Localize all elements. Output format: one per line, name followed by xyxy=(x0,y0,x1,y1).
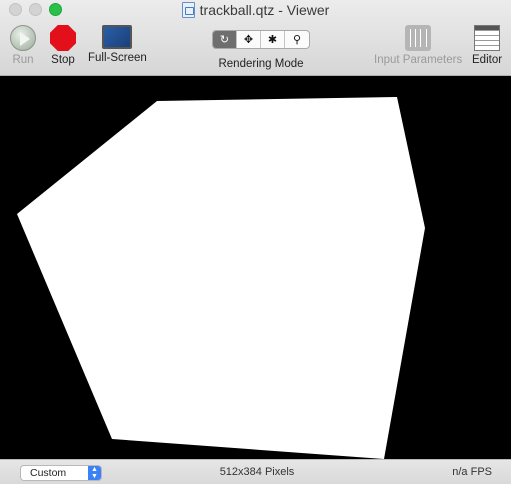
window-title: trackball.qtz - Viewer xyxy=(199,2,330,18)
input-parameters-label: Input Parameters xyxy=(374,54,463,66)
window-title-bar: trackball.qtz - Viewer xyxy=(0,1,511,19)
trackball-cube-shape xyxy=(17,97,425,459)
input-parameters-tool[interactable]: Input Parameters xyxy=(374,25,462,66)
canvas-dimensions: 512x384 Pixels xyxy=(219,466,295,478)
document-icon[interactable] xyxy=(181,2,195,18)
editor-icon[interactable] xyxy=(474,25,501,51)
bug-icon[interactable]: ✱ xyxy=(261,31,285,48)
rotate-icon[interactable]: ↻ xyxy=(213,31,237,48)
fullscreen-icon[interactable] xyxy=(102,25,133,49)
move-icon[interactable]: ✥ xyxy=(237,31,261,48)
run-label: Run xyxy=(12,54,34,66)
fullscreen-label: Full-Screen xyxy=(88,52,147,64)
stop-tool[interactable]: Stop xyxy=(50,25,76,66)
run-tool[interactable]: Run xyxy=(10,25,36,66)
title-toolbar: trackball.qtz - Viewer Run Stop Full-Scr… xyxy=(0,0,511,76)
size-select-value: Custom xyxy=(30,467,67,479)
editor-label: Editor xyxy=(472,54,503,66)
sliders-icon[interactable] xyxy=(405,25,432,51)
stepper-arrows-icon: ▲ ▼ xyxy=(88,466,101,480)
fullscreen-tool[interactable]: Full-Screen xyxy=(88,25,147,64)
viewer-window: trackball.qtz - Viewer Run Stop Full-Scr… xyxy=(0,0,511,484)
stop-icon[interactable] xyxy=(50,25,76,51)
rendering-mode-control[interactable]: ↻ ✥ ✱ ⚲ xyxy=(212,30,310,49)
rendering-mode-label: Rendering Mode xyxy=(218,58,304,70)
status-bar: Custom ▲ ▼ 512x384 Pixels n/a FPS xyxy=(0,459,511,484)
trackball-shape-view xyxy=(17,97,425,459)
size-select[interactable]: Custom ▲ ▼ xyxy=(20,465,102,481)
editor-tool[interactable]: Editor xyxy=(472,25,502,66)
fps-readout: n/a FPS xyxy=(452,466,492,478)
magnifier-icon[interactable]: ⚲ xyxy=(285,31,309,48)
run-icon[interactable] xyxy=(10,25,36,51)
render-canvas[interactable] xyxy=(0,76,511,459)
stop-label: Stop xyxy=(51,54,75,66)
